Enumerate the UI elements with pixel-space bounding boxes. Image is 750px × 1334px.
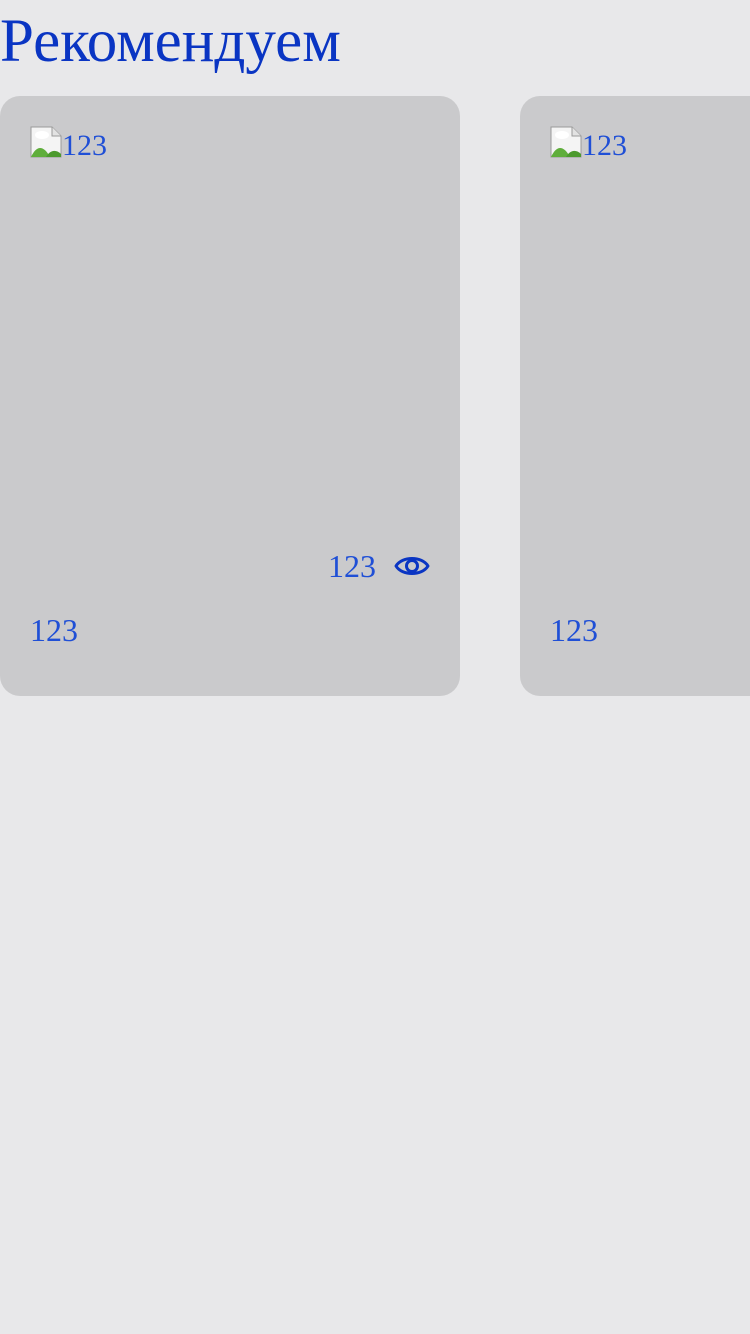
- broken-image-icon: [30, 126, 62, 158]
- card-image-alt-text: 123: [62, 129, 107, 162]
- card-image[interactable]: 123: [550, 126, 627, 162]
- page-title: Рекомендуем: [0, 8, 341, 75]
- card-image[interactable]: 123: [30, 126, 107, 162]
- recommendations-carousel[interactable]: 123 123 123 123 123: [0, 96, 750, 696]
- eye-icon: [394, 557, 430, 575]
- recommendation-card[interactable]: 123 123: [520, 96, 750, 696]
- card-caption[interactable]: 123: [550, 608, 598, 652]
- card-image-alt-text: 123: [582, 129, 627, 162]
- broken-image-icon: [550, 126, 582, 158]
- recommendation-card[interactable]: 123 123 123: [0, 96, 460, 696]
- views-count: 123: [328, 548, 376, 584]
- card-caption[interactable]: 123: [30, 608, 78, 652]
- views-counter: 123: [328, 546, 430, 586]
